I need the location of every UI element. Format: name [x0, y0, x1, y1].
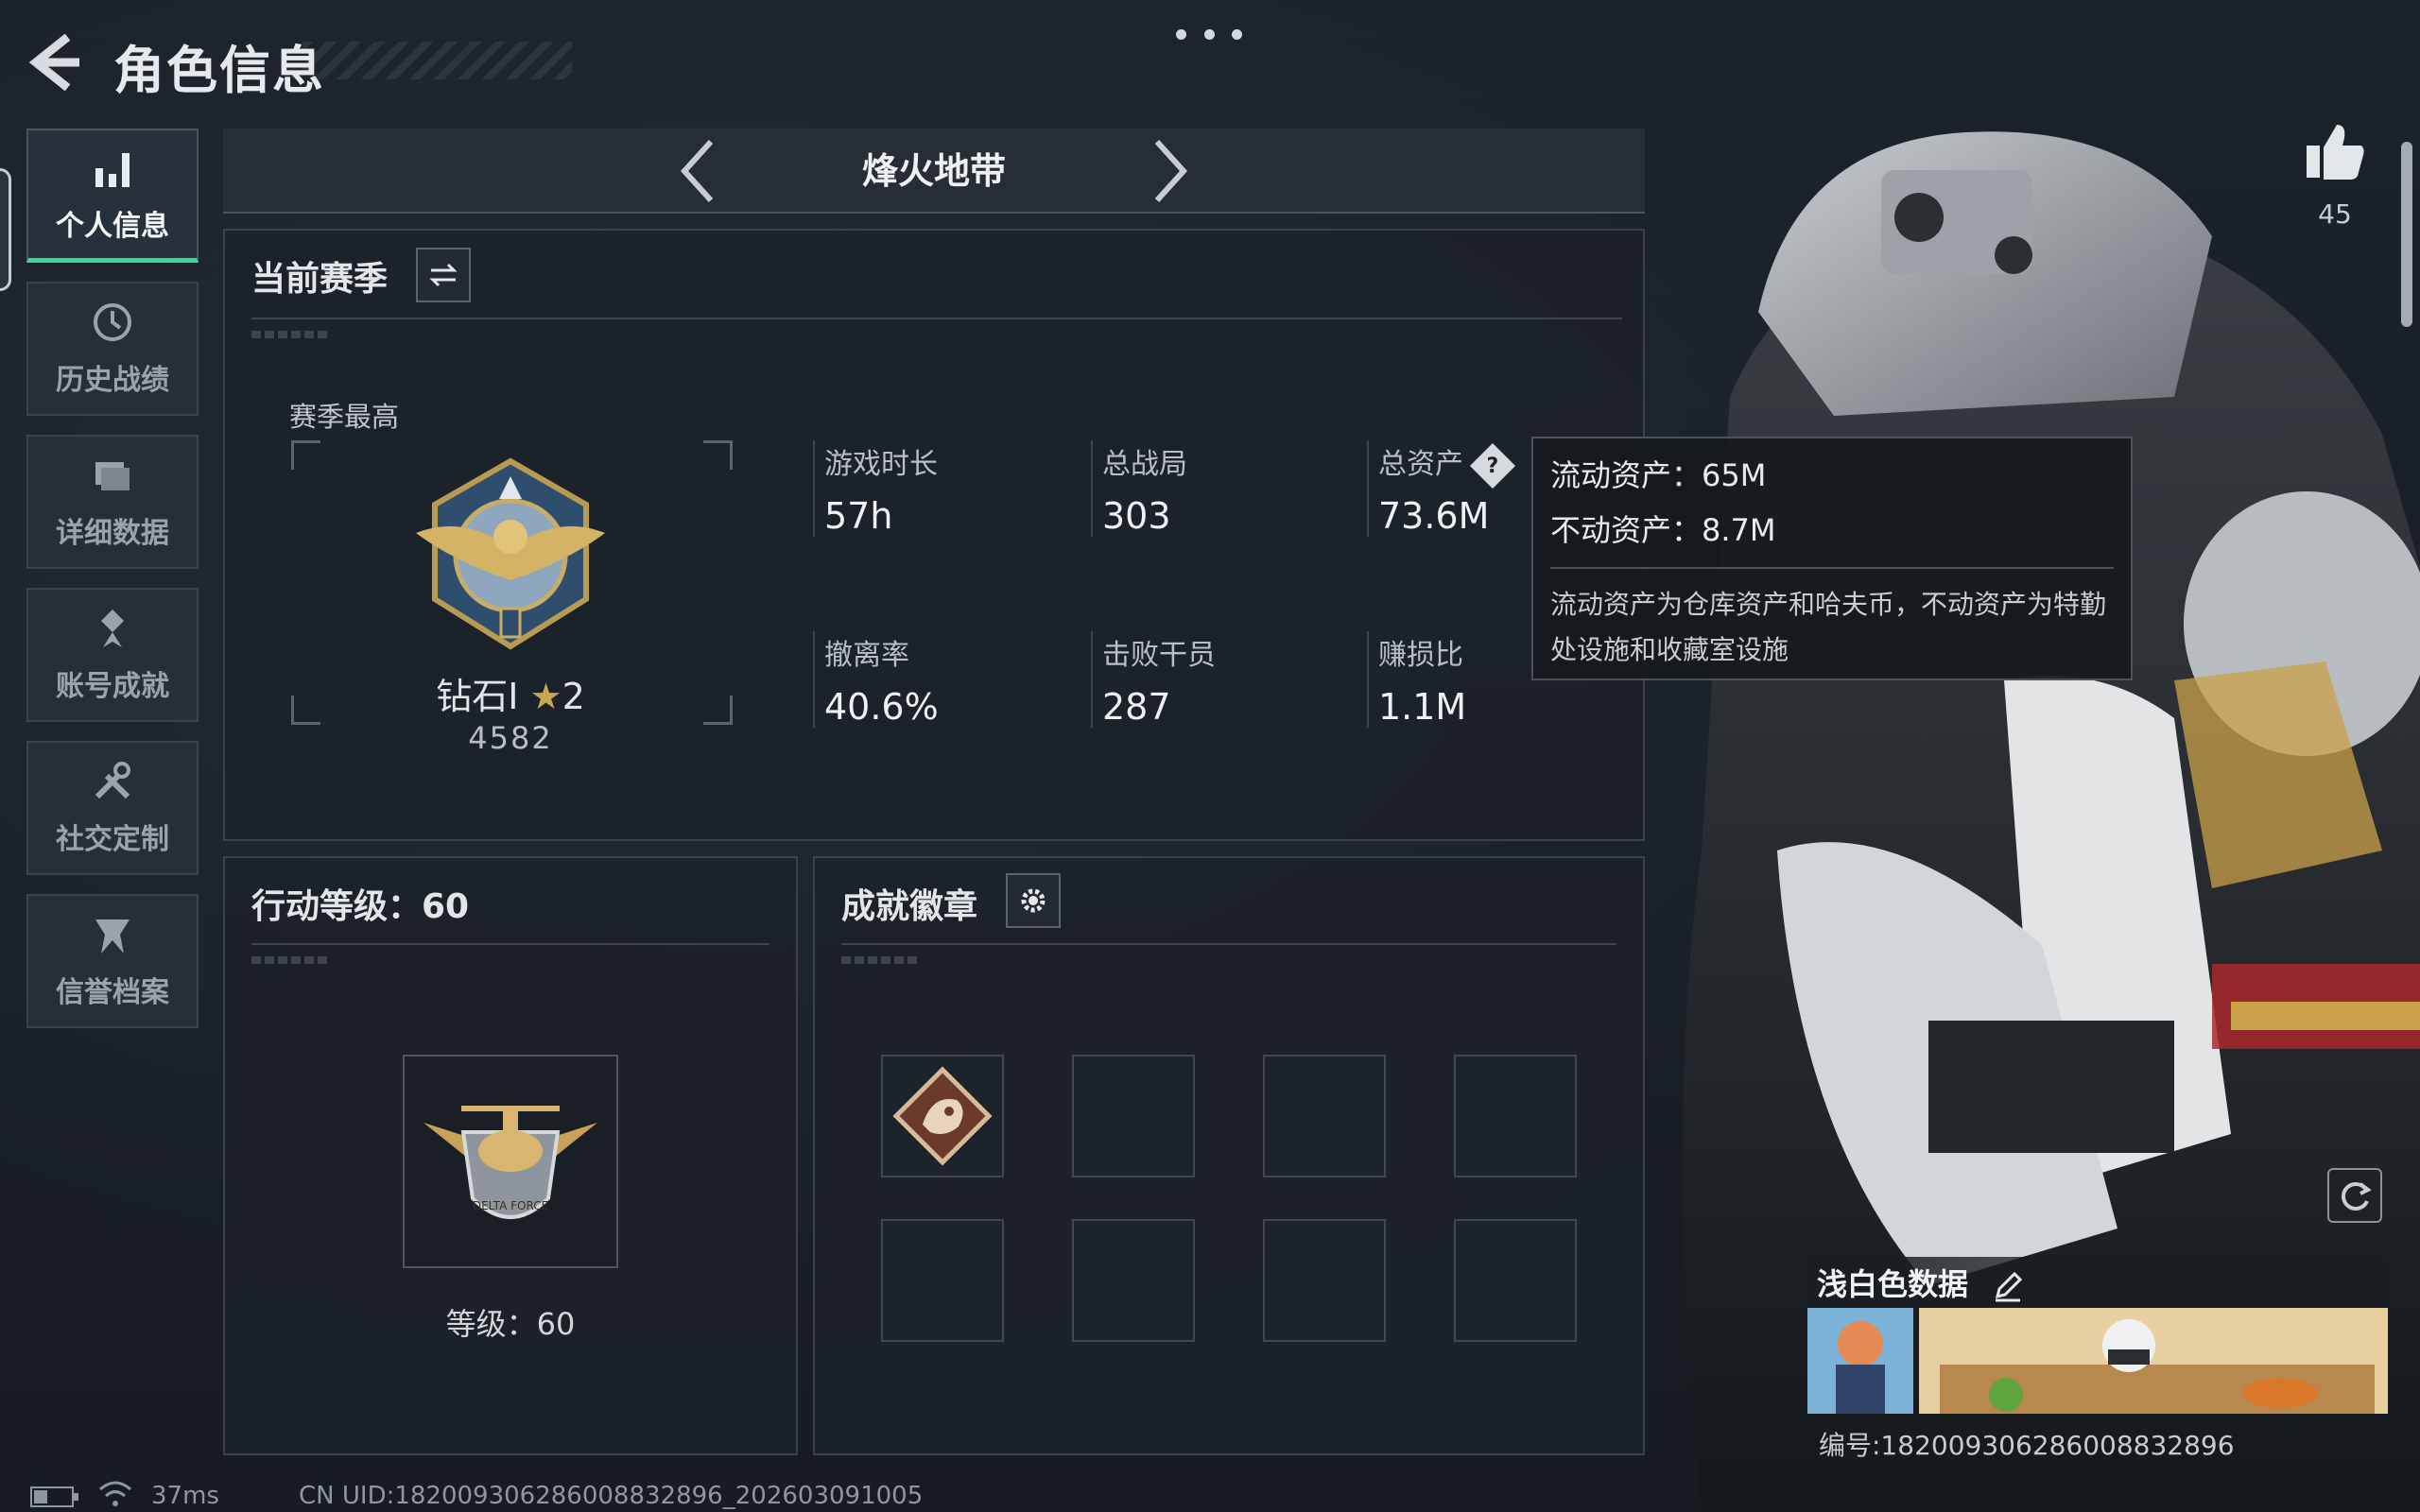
- tooltip-divider: [1550, 567, 2114, 569]
- badge-slot-empty[interactable]: [881, 1219, 1004, 1342]
- season-title: 当前赛季: [251, 260, 389, 299]
- tooltip-description: 流动资产为仓库资产和哈夫币，不动资产为特勤处设施和收藏室设施: [1550, 589, 2107, 665]
- badge-slot-empty[interactable]: [1072, 1055, 1195, 1177]
- sidebar-item-credit[interactable]: 信誉档案: [26, 894, 199, 1028]
- stat-label: 撤离率: [824, 639, 909, 672]
- assets-tooltip: 流动资产：65M 不动资产：8.7M 流动资产为仓库资产和哈夫币，不动资产为特勤…: [1531, 437, 2133, 680]
- badge-slot-empty[interactable]: [1072, 1219, 1195, 1342]
- tooltip-liquid-assets: 流动资产：65M: [1550, 457, 1767, 493]
- rank-stars: 2: [562, 676, 585, 717]
- helicopter-emblem-icon: DELTA FORCE: [424, 1106, 597, 1219]
- rank-score: 4582: [468, 720, 553, 756]
- back-arrow-icon[interactable]: [26, 34, 83, 91]
- level-emblem-frame: DELTA FORCE: [403, 1055, 618, 1268]
- tooltip-fixed-assets: 不动资产：8.7M: [1550, 512, 1776, 548]
- badge-slot-empty[interactable]: [1454, 1219, 1577, 1342]
- badge-slot-empty[interactable]: [1454, 1055, 1577, 1177]
- more-menu-icon[interactable]: [1176, 25, 1242, 43]
- stat-value: 57h: [824, 495, 893, 537]
- season-best-label: 赛季最高: [289, 401, 400, 433]
- help-icon[interactable]: ?: [1469, 442, 1516, 489]
- badge-settings-button[interactable]: [1006, 873, 1061, 928]
- emblem-text: DELTA FORCE: [473, 1199, 548, 1212]
- stat-value: 287: [1102, 686, 1171, 728]
- achievement-star-icon: [101, 610, 124, 647]
- mode-name: 烽火地带: [861, 150, 1006, 192]
- rank-emblem-icon: [416, 457, 605, 650]
- badges-divider: [841, 943, 1616, 945]
- badge-slot-empty[interactable]: [1263, 1055, 1386, 1177]
- sidebar-item-label: 个人信息: [56, 209, 169, 243]
- season-divider: [251, 318, 1622, 319]
- credit-shield-icon: [95, 919, 130, 954]
- stat-label: 游戏时长: [824, 448, 938, 481]
- chevron-right-icon[interactable]: [1150, 138, 1191, 204]
- badges-title: 成就徽章: [841, 887, 978, 926]
- scrollbar[interactable]: [2401, 142, 2412, 327]
- wifi-icon: [99, 1481, 131, 1506]
- page-title: 角色信息: [113, 41, 325, 100]
- rank-title: 钻石I ★2: [312, 667, 709, 719]
- swap-arrows-icon: [429, 263, 458, 287]
- badge-slot[interactable]: [881, 1055, 1004, 1177]
- gear-icon: [1021, 888, 1046, 913]
- ping-value: 37ms: [151, 1482, 219, 1510]
- stat-play-time: 游戏时长 57h: [813, 440, 1061, 537]
- sidebar-item-history[interactable]: 历史战绩: [26, 282, 199, 416]
- stat-label-text: 总资产: [1378, 448, 1463, 481]
- player-name-text: 浅白色数据: [1817, 1266, 1969, 1302]
- folder-icon: [95, 462, 130, 490]
- rank-name: 钻石I: [436, 676, 519, 717]
- edit-pencil-icon[interactable]: [1992, 1270, 2024, 1302]
- name-card-banner[interactable]: [1807, 1308, 2388, 1414]
- sidebar-item-detail-data[interactable]: 详细数据: [26, 435, 199, 569]
- sidebar-item-label: 信誉档案: [56, 976, 169, 1009]
- uid-text: CN UID:182009306286008832896_20260309100…: [299, 1482, 924, 1510]
- stat-value: 40.6%: [824, 686, 939, 728]
- stat-value: 1.1M: [1378, 686, 1467, 728]
- history-clock-icon: [94, 303, 131, 341]
- rotate-view-button[interactable]: [2327, 1168, 2382, 1223]
- frame-corner: [703, 440, 733, 470]
- action-level-divider: [251, 943, 769, 945]
- sidebar-item-label: 社交定制: [56, 823, 169, 856]
- sidebar-item-label: 详细数据: [56, 517, 169, 550]
- player-id: 编号:182009306286008832896: [1819, 1430, 2235, 1461]
- decor-tag: [251, 956, 327, 964]
- sidebar-item-label: 历史战绩: [56, 364, 169, 397]
- decor-tag: [251, 331, 327, 338]
- sidebar-edge-tab[interactable]: [0, 168, 11, 291]
- sidebar-item-label: 账号成就: [56, 670, 169, 703]
- frame-corner: [291, 440, 320, 470]
- action-level-title: 行动等级：60: [251, 887, 470, 926]
- decor-tag: [841, 956, 917, 964]
- stat-value: 303: [1102, 495, 1171, 537]
- tools-icon: [95, 762, 130, 799]
- player-name: 浅白色数据: [1817, 1261, 2024, 1304]
- title-stripe: [302, 42, 572, 79]
- battery-icon: [30, 1486, 78, 1507]
- stat-extract-rate: 撤离率 40.6%: [813, 631, 1061, 728]
- thumbs-up-icon[interactable]: [2303, 119, 2367, 183]
- stat-total-matches: 总战局 303: [1091, 440, 1339, 537]
- like-count: 45: [2318, 198, 2352, 230]
- refresh-icon: [2342, 1182, 2372, 1211]
- stat-label: 击败干员: [1102, 639, 1216, 672]
- stat-kills: 击败干员 287: [1091, 631, 1339, 728]
- level-text: 等级：60: [445, 1306, 576, 1342]
- badge-slot-empty[interactable]: [1263, 1219, 1386, 1342]
- stat-label: 总战局: [1102, 448, 1187, 481]
- switch-season-button[interactable]: [416, 248, 471, 302]
- bar-chart-icon: [95, 152, 130, 187]
- sidebar-item-social-custom[interactable]: 社交定制: [26, 741, 199, 875]
- dragon-badge-icon: [892, 1066, 993, 1166]
- sidebar-item-achievements[interactable]: 账号成就: [26, 588, 199, 722]
- sidebar-item-personal-info[interactable]: 个人信息: [26, 129, 199, 263]
- rank-star-icon: ★: [529, 676, 562, 717]
